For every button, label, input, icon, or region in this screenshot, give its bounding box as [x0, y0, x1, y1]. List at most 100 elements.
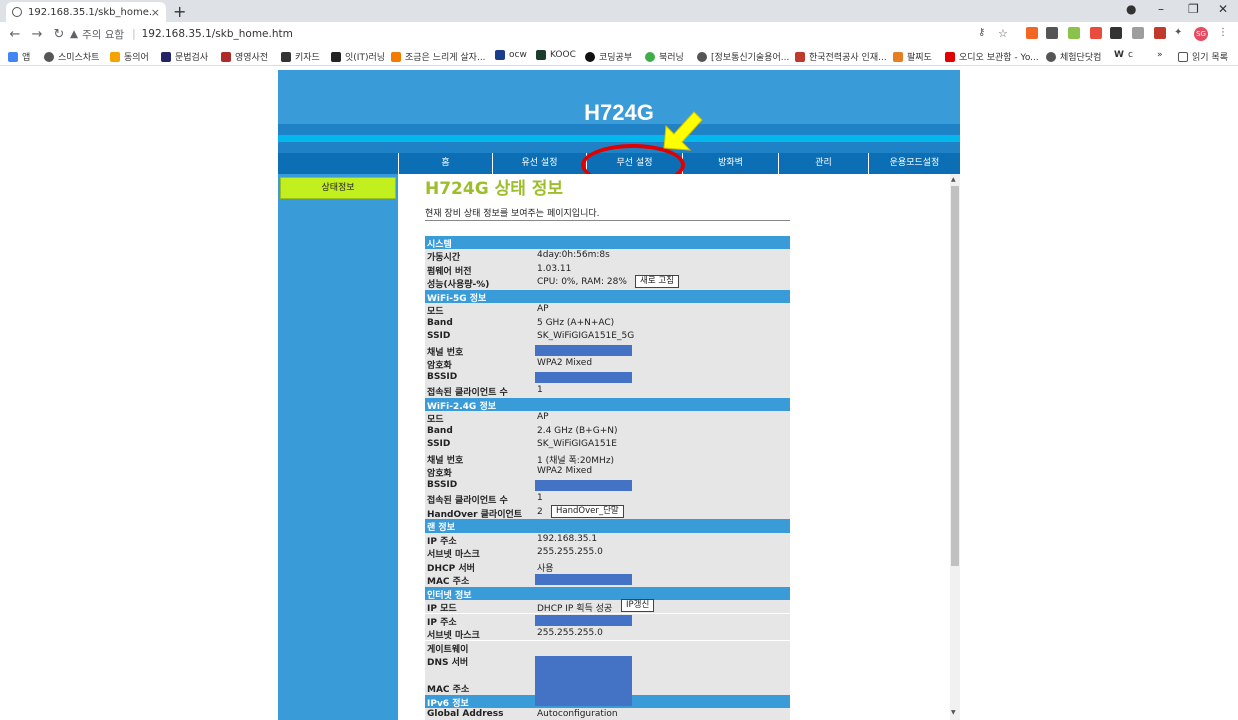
bookmark-item[interactable]: 앱 — [8, 50, 30, 63]
bookmark-item[interactable]: 조금은 느리게 살자... — [391, 50, 486, 63]
bookmark-item[interactable]: 팔찌도 — [893, 50, 932, 63]
bookmark-item[interactable]: 문법검사 — [161, 50, 208, 63]
bookmark-item[interactable]: KOOC — [536, 50, 576, 60]
row-key: 서브넷 마스크 — [427, 631, 480, 642]
main-content: H724G 상태 정보 현재 장비 상태 정보를 보여주는 페이지입니다. 시스… — [398, 174, 950, 720]
nav-home[interactable]: 홈 — [398, 153, 492, 174]
bookmark-item[interactable]: 스미스차트 — [44, 50, 99, 63]
bookmark-item[interactable]: 오디오 보관함 - Yo... — [945, 50, 1039, 63]
bookmark-icon — [391, 51, 401, 62]
scroll-down-icon[interactable]: ▼ — [951, 709, 956, 716]
section-header: 랜 정보 — [425, 519, 790, 534]
bookmark-icon — [1046, 51, 1056, 62]
row-key: DHCP 서버 — [427, 563, 475, 574]
row-key: BSSID — [427, 371, 458, 382]
ip-renew-button[interactable]: IP갱신 — [621, 599, 655, 613]
row-value: 사용 — [537, 563, 554, 574]
row-value: SK_WiFiGIGA151E_5G — [537, 331, 635, 342]
bookmark-icon — [536, 50, 546, 60]
reading-list-button[interactable]: 읽기 목록 — [1178, 50, 1228, 63]
back-icon[interactable]: ← — [4, 27, 26, 42]
table-row: 서브넷 마스크 255.255.255.0 — [425, 627, 790, 642]
minimize-icon[interactable]: – — [1158, 2, 1164, 16]
security-label[interactable]: 주의 요함 — [82, 27, 124, 42]
bookmark-item[interactable]: 동의어 — [110, 50, 149, 63]
row-value: 2.4 GHz (B+G+N) — [537, 425, 618, 436]
table-row: Band 5 GHz (A+N+AC) — [425, 316, 790, 331]
nav-management[interactable]: 관리 — [778, 153, 868, 174]
row-key: 성능(사용량-%) — [427, 280, 490, 291]
page-description: 현재 장비 상태 정보를 보여주는 페이지입니다. — [425, 209, 600, 219]
row-key: 서브넷 마스크 — [427, 550, 480, 561]
pdf-extension-icon[interactable] — [1154, 27, 1166, 39]
restore-icon[interactable]: ❐ — [1188, 2, 1199, 16]
handover-button[interactable]: HandOver_단말 — [551, 504, 624, 518]
bookmark-item[interactable]: 코딩공부 — [585, 50, 632, 63]
row-value: DHCP IP 획득 성공 — [537, 604, 613, 615]
forward-icon[interactable]: → — [26, 27, 48, 42]
avatar[interactable]: SG — [1194, 27, 1208, 41]
row-value: 255.255.255.0 — [537, 547, 603, 558]
row-key: Band — [427, 425, 453, 436]
key-icon[interactable]: ⚷ — [978, 27, 990, 39]
bookmark-item[interactable]: 영영사전 — [221, 50, 268, 63]
bookmark-item[interactable]: ocw — [495, 50, 527, 60]
row-key: HandOver 클라이언트 — [427, 509, 523, 520]
bookmark-item[interactable]: 한국전력공사 인재... — [795, 50, 887, 63]
row-key: 모드 — [427, 307, 444, 318]
row-key: IP 주소 — [427, 617, 457, 628]
puzzle-icon[interactable]: ✦ — [1174, 27, 1186, 39]
extension-icon[interactable] — [1026, 27, 1038, 39]
extension-icon[interactable] — [1090, 27, 1102, 39]
nav-firewall[interactable]: 방화벽 — [682, 153, 778, 174]
extension-icon[interactable] — [1132, 27, 1144, 39]
warning-icon[interactable]: ▲ — [70, 28, 78, 40]
url-text[interactable]: 192.168.35.1/skb_home.htm — [142, 28, 293, 40]
globe-icon — [12, 7, 22, 17]
extension-icon[interactable] — [1110, 27, 1122, 39]
profile-menu-icon[interactable]: ● — [1126, 2, 1136, 16]
table-row: IP 주소 — [425, 613, 790, 628]
extension-icon[interactable] — [1068, 27, 1080, 39]
row-key: IP 모드 — [427, 604, 457, 615]
bookmark-item[interactable]: 북러닝 — [645, 50, 684, 63]
section-header: WiFi-2.4G 정보 — [425, 397, 790, 412]
scroll-thumb[interactable] — [951, 186, 959, 566]
scroll-up-icon[interactable]: ▲ — [951, 176, 956, 183]
bookmark-item[interactable]: [정보통신기술용어... — [697, 50, 789, 63]
table-row: 모드 AP — [425, 303, 790, 318]
row-key: 접속된 클라이언트 수 — [427, 496, 508, 507]
bookmark-item[interactable]: Wc — [1114, 50, 1133, 60]
scrollbar[interactable]: ▲ ▼ — [950, 174, 960, 720]
table-row: IP 주소 192.168.35.1 — [425, 532, 790, 547]
bookmarks-bar: 앱 스미스차트 동의어 문법검사 영영사전 키자드 잇(IT)러닝 조금은 느리… — [0, 46, 1238, 66]
redacted-value — [535, 479, 632, 491]
extension-icon[interactable] — [1046, 27, 1058, 39]
nav-operation-mode[interactable]: 운용모드설정 — [868, 153, 960, 174]
reload-icon[interactable]: ↻ — [48, 27, 70, 42]
table-row: 채널 번호 — [425, 343, 790, 358]
close-tab-icon[interactable]: × — [151, 6, 160, 19]
close-window-icon[interactable]: ✕ — [1218, 2, 1228, 16]
nav-wired-settings[interactable]: 유선 설정 — [492, 153, 586, 174]
section-title: 랜 정보 — [427, 523, 455, 534]
table-row: 모드 AP — [425, 411, 790, 425]
new-tab-button[interactable]: + — [173, 2, 186, 21]
more-bookmarks-button[interactable]: » — [1157, 50, 1163, 60]
sidebar-item-status[interactable]: 상태정보 — [280, 177, 396, 199]
bookmark-item[interactable]: 키자드 — [281, 50, 320, 63]
bookmark-item[interactable]: 잇(IT)러닝 — [331, 50, 385, 63]
table-row: 서브넷 마스크 255.255.255.0 — [425, 546, 790, 561]
bookmark-item[interactable]: 체험단닷컴 — [1046, 50, 1101, 63]
row-value: 1.03.11 — [537, 263, 572, 274]
bookmark-star-icon[interactable]: ☆ — [998, 27, 1010, 40]
wikipedia-icon: W — [1114, 50, 1124, 60]
table-row: IP 모드 DHCP IP 획득 성공 IP갱신 — [425, 599, 790, 615]
refresh-button[interactable]: 새로 고침 — [635, 275, 679, 289]
reading-list-icon — [1178, 51, 1188, 62]
address-bar[interactable]: ▲ 주의 요함 | 192.168.35.1/skb_home.htm — [70, 24, 960, 44]
section-title: 인터넷 정보 — [427, 590, 472, 601]
menu-dots-icon[interactable]: ⋮ — [1218, 27, 1230, 39]
table-row: 접속된 클라이언트 수 1 — [425, 384, 790, 398]
browser-tab[interactable]: 192.168.35.1/skb_home.htm × — [6, 2, 166, 22]
